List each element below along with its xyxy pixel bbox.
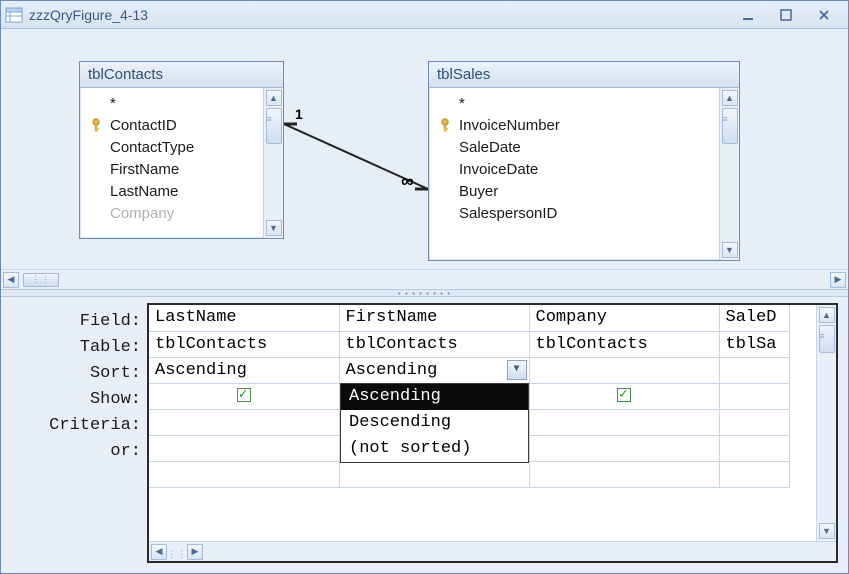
table-header[interactable]: tblContacts <box>80 62 283 88</box>
scroll-up-button[interactable]: ▲ <box>819 307 835 323</box>
grid-cell-criteria[interactable] <box>149 409 339 435</box>
show-checkbox[interactable] <box>617 388 631 402</box>
grid-cell-show[interactable] <box>719 383 789 409</box>
sort-option[interactable]: (not sorted) <box>341 436 528 462</box>
grid-cell-sort[interactable] <box>719 357 789 383</box>
grid-row-sort: Ascending Ascending ▼ <box>149 357 789 383</box>
grid-cell-criteria[interactable] <box>529 409 719 435</box>
sort-option[interactable]: Descending <box>341 410 528 436</box>
grid-cell-table[interactable]: tblContacts <box>149 331 339 357</box>
scroll-thumb[interactable]: ≡ <box>266 108 282 144</box>
grid-cell-sort[interactable]: Ascending ▼ <box>339 357 529 383</box>
field-item[interactable]: FirstName <box>90 158 259 180</box>
field-item[interactable]: Buyer <box>439 180 715 202</box>
grid-cell-sort[interactable] <box>529 357 719 383</box>
show-checkbox[interactable] <box>237 388 251 402</box>
close-button[interactable] <box>814 6 834 24</box>
grid-cell-table[interactable]: tblSa <box>719 331 789 357</box>
scroll-down-button[interactable]: ▼ <box>722 242 738 258</box>
scroll-up-button[interactable]: ▲ <box>266 90 282 106</box>
grid-cell-field[interactable]: Company <box>529 305 719 331</box>
pane-splitter[interactable]: • • • • • • • • <box>1 289 848 297</box>
scroll-left-button[interactable]: ◀ <box>151 544 167 560</box>
grid-cell-table[interactable]: tblContacts <box>339 331 529 357</box>
table-diagram-pane[interactable]: 1 ∞ tblContacts * ContactID ContactType … <box>1 29 848 289</box>
field-item[interactable]: * <box>439 92 715 114</box>
row-label-or: or: <box>7 439 147 465</box>
rel-left-cardinality: 1 <box>295 106 303 122</box>
field-item[interactable]: ContactType <box>90 136 259 158</box>
app-icon <box>5 6 23 24</box>
grid-cell-show[interactable] <box>149 383 339 409</box>
titlebar: zzzQryFigure_4-13 <box>1 1 848 29</box>
field-list-contacts[interactable]: * ContactID ContactType FirstName LastNa… <box>80 88 263 238</box>
sort-dropdown-list[interactable]: Ascending Descending (not sorted) <box>340 383 529 463</box>
window-controls <box>738 6 844 24</box>
primary-key-icon <box>90 118 104 132</box>
field-item[interactable]: Company <box>90 202 259 224</box>
scroll-up-button[interactable]: ▲ <box>722 90 738 106</box>
grid-cell-or[interactable] <box>529 435 719 461</box>
row-label-criteria: Criteria: <box>7 413 147 439</box>
field-item[interactable]: * <box>90 92 259 114</box>
scroll-right-button[interactable]: ▶ <box>187 544 203 560</box>
minimize-button[interactable] <box>738 6 758 24</box>
grid-cell-field[interactable]: LastName <box>149 305 339 331</box>
field-item[interactable]: LastName <box>90 180 259 202</box>
design-grid-pane: Field: Table: Sort: Show: Criteria: or: … <box>1 297 848 573</box>
diagram-area[interactable]: 1 ∞ tblContacts * ContactID ContactType … <box>1 29 848 269</box>
scroll-thumb[interactable]: ⋮⋮ <box>167 544 187 560</box>
grid-vscrollbar[interactable]: ▲ ≡ ▼ <box>816 305 836 541</box>
field-item[interactable]: InvoiceNumber <box>439 114 715 136</box>
maximize-button[interactable] <box>776 6 796 24</box>
field-list-sales[interactable]: * InvoiceNumber SaleDate InvoiceDate Buy… <box>429 88 719 260</box>
field-item[interactable]: SalespersonID <box>439 202 715 224</box>
grid-cell-or[interactable] <box>719 435 789 461</box>
query-design-window: zzzQryFigure_4-13 1 ∞ tblContacts * <box>0 0 849 574</box>
scroll-right-button[interactable]: ▶ <box>830 272 846 288</box>
table-header[interactable]: tblSales <box>429 62 739 88</box>
field-item[interactable]: InvoiceDate <box>439 158 715 180</box>
row-label-sort: Sort: <box>7 361 147 387</box>
design-grid[interactable]: LastName FirstName Company SaleD tblCont… <box>147 303 838 563</box>
rel-right-cardinality: ∞ <box>401 171 414 191</box>
grid-cell-criteria[interactable] <box>719 409 789 435</box>
scroll-down-button[interactable]: ▼ <box>266 220 282 236</box>
table-box-contacts[interactable]: tblContacts * ContactID ContactType Firs… <box>79 61 284 239</box>
field-item[interactable]: ContactID <box>90 114 259 136</box>
primary-key-icon <box>439 118 453 132</box>
grid-hscrollbar[interactable]: ◀ ⋮⋮ ▶ <box>149 541 836 561</box>
scroll-left-button[interactable]: ◀ <box>3 272 19 288</box>
table-box-sales[interactable]: tblSales * InvoiceNumber SaleDate Invoic… <box>428 61 740 261</box>
row-label-field: Field: <box>7 309 147 335</box>
grid-row-table: tblContacts tblContacts tblContacts tblS… <box>149 331 789 357</box>
grid-cell-or[interactable] <box>149 435 339 461</box>
grid-cell-sort[interactable]: Ascending <box>149 357 339 383</box>
scroll-thumb[interactable]: ≡ <box>722 108 738 144</box>
scroll-thumb[interactable]: ⋮⋮ <box>23 273 59 287</box>
window-title: zzzQryFigure_4-13 <box>29 7 738 23</box>
grid-cell-show[interactable] <box>529 383 719 409</box>
grid-cell-field[interactable]: SaleD <box>719 305 789 331</box>
grid-cell-field[interactable]: FirstName <box>339 305 529 331</box>
table-scrollbar[interactable]: ▲ ≡ ▼ <box>263 88 283 238</box>
scroll-down-button[interactable]: ▼ <box>819 523 835 539</box>
diagram-hscrollbar[interactable]: ◀ ⋮⋮ ▶ <box>1 269 848 289</box>
grid-cell-table[interactable]: tblContacts <box>529 331 719 357</box>
grid-row-labels: Field: Table: Sort: Show: Criteria: or: <box>7 303 147 563</box>
sort-option[interactable]: Ascending <box>341 384 528 410</box>
field-item[interactable]: SaleDate <box>439 136 715 158</box>
row-label-show: Show: <box>7 387 147 413</box>
grid-row-field: LastName FirstName Company SaleD <box>149 305 789 331</box>
scroll-thumb[interactable]: ≡ <box>819 325 835 353</box>
sort-dropdown-button[interactable]: ▼ <box>507 360 527 380</box>
table-scrollbar[interactable]: ▲ ≡ ▼ <box>719 88 739 260</box>
row-label-table: Table: <box>7 335 147 361</box>
